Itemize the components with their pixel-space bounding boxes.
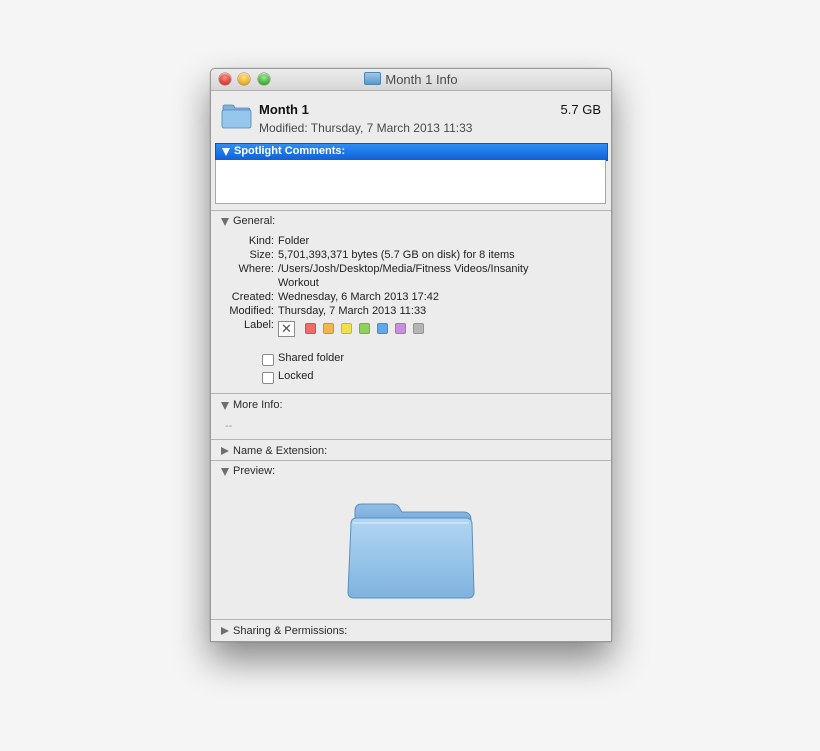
spotlight-comments-header[interactable]: Spotlight Comments:	[215, 143, 608, 161]
modified-summary: Modified: Thursday, 7 March 2013 11:33	[259, 121, 473, 135]
locked-checkbox[interactable]	[262, 372, 274, 384]
preview-label: Preview:	[233, 465, 276, 477]
disclosure-triangle-icon	[221, 402, 229, 410]
where-value: /Users/Josh/Desktop/Media/Fitness Videos…	[278, 263, 529, 275]
label-none-button[interactable]: ✕	[278, 321, 295, 337]
section-divider	[211, 439, 611, 440]
label-color-swatch[interactable]	[323, 323, 334, 334]
modified-row: Modified: Thursday, 7 March 2013 11:33	[211, 305, 611, 319]
label-color-swatch[interactable]	[359, 323, 370, 334]
preview-section-header[interactable]: Preview:	[211, 463, 611, 482]
summary-header: Month 1 Modified: Thursday, 7 March 2013…	[211, 91, 611, 143]
disclosure-triangle-icon	[221, 447, 229, 455]
more-info-section-header[interactable]: More Info:	[211, 397, 611, 416]
window-title: Month 1 Info	[385, 72, 458, 87]
size-key: Size:	[249, 249, 274, 261]
size-row: Size: 5,701,393,371 bytes (5.7 GB on dis…	[211, 249, 611, 263]
more-info-placeholder: --	[225, 420, 233, 432]
where-key: Where:	[238, 263, 274, 275]
kind-row: Kind: Folder	[211, 235, 611, 249]
info-window: Month 1 Info Month 1 Modified: Thursday,…	[210, 68, 612, 642]
label-key: Label:	[244, 319, 274, 331]
name-extension-label: Name & Extension:	[233, 445, 328, 457]
size-value: 5,701,393,371 bytes (5.7 GB on disk) for…	[278, 249, 515, 261]
folder-preview-icon	[347, 503, 475, 599]
window-title-wrap: Month 1 Info	[211, 72, 611, 87]
kind-value: Folder	[278, 235, 310, 247]
where-value-continued: Workout	[278, 277, 319, 289]
label-color-swatch[interactable]	[341, 323, 352, 334]
disclosure-triangle-icon	[222, 148, 230, 156]
created-row: Created: Wednesday, 6 March 2013 17:42	[211, 291, 611, 305]
item-name: Month 1	[259, 102, 309, 117]
label-color-swatch[interactable]	[413, 323, 424, 334]
label-color-swatch[interactable]	[305, 323, 316, 334]
disclosure-triangle-icon	[221, 627, 229, 635]
created-key: Created:	[231, 291, 274, 303]
shared-folder-label[interactable]: Shared folder	[278, 352, 344, 364]
locked-label[interactable]: Locked	[278, 370, 313, 382]
more-info-label: More Info:	[233, 399, 283, 411]
disclosure-triangle-icon	[221, 218, 229, 226]
section-divider	[211, 619, 611, 620]
label-row: Label:	[211, 319, 611, 333]
disclosure-triangle-icon	[221, 468, 229, 476]
folder-icon	[364, 72, 382, 85]
where-row: Where: /Users/Josh/Desktop/Media/Fitness…	[211, 263, 611, 277]
modified-value: Thursday, 7 March 2013 11:33	[278, 305, 427, 317]
item-size: 5.7 GB	[560, 102, 601, 117]
general-section-header[interactable]: General:	[211, 213, 611, 232]
modified-key: Modified:	[229, 305, 274, 317]
where-row-continued: Workout	[211, 277, 611, 291]
label-color-swatch[interactable]	[377, 323, 388, 334]
section-divider	[211, 460, 611, 461]
spotlight-comments-field[interactable]	[215, 160, 606, 204]
shared-folder-checkbox[interactable]	[262, 354, 274, 366]
folder-icon	[221, 104, 252, 129]
kind-key: Kind:	[248, 235, 274, 247]
label-color-swatch[interactable]	[395, 323, 406, 334]
section-divider	[211, 393, 611, 394]
general-label: General:	[233, 215, 276, 227]
sharing-permissions-label: Sharing & Permissions:	[233, 625, 348, 637]
spotlight-comments-label: Spotlight Comments:	[234, 145, 346, 157]
section-divider	[211, 210, 611, 211]
sharing-permissions-section-header[interactable]: Sharing & Permissions:	[211, 623, 611, 641]
title-bar[interactable]: Month 1 Info	[211, 69, 611, 91]
created-value: Wednesday, 6 March 2013 17:42	[278, 291, 440, 303]
